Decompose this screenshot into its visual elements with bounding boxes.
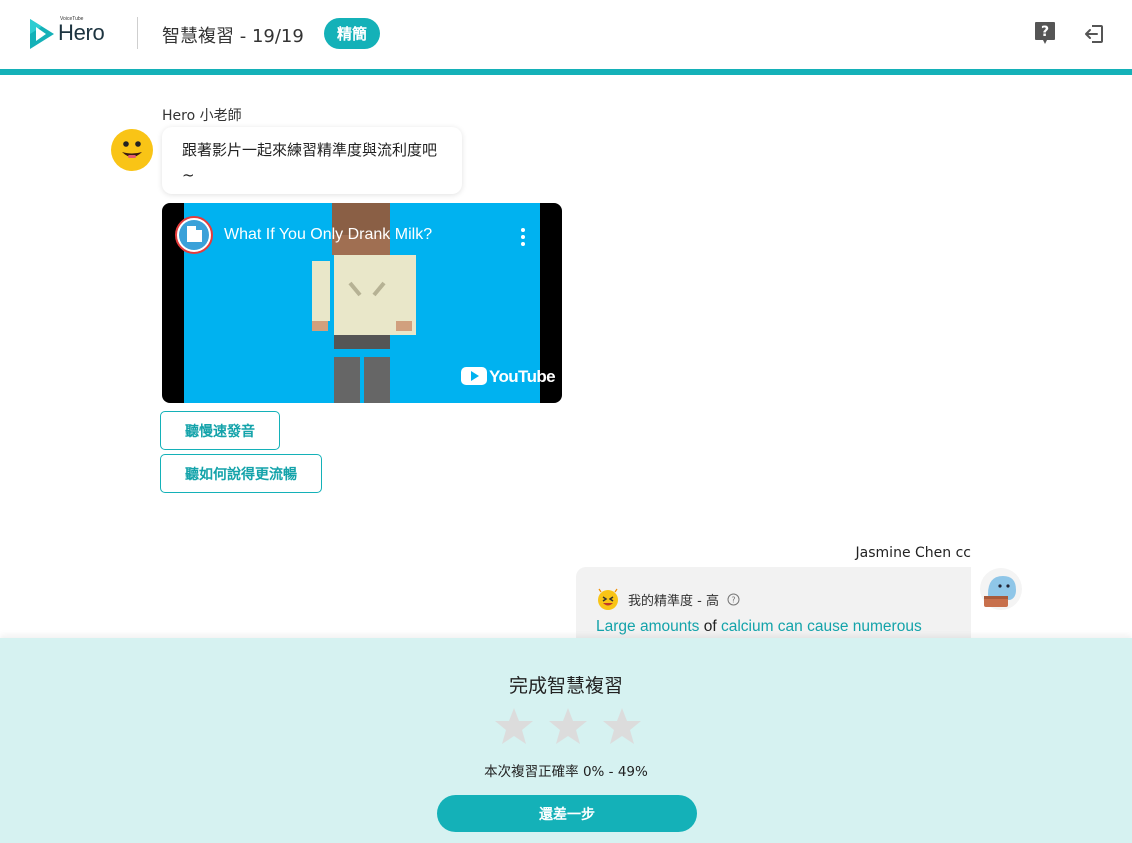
teacher-name: Hero 小老師 <box>162 108 242 124</box>
header-accent-bar <box>0 69 1132 75</box>
excited-emoji-icon <box>598 588 618 610</box>
star-empty-icon <box>603 708 641 744</box>
sentence-word-correct[interactable]: calcium can cause numerous <box>721 618 922 635</box>
slow-pronunciation-button[interactable]: 聽慢速發音 <box>160 411 280 450</box>
star-rating <box>494 706 642 746</box>
smiley-icon <box>111 129 153 171</box>
help-button[interactable]: ? <box>1034 21 1056 45</box>
video-title[interactable]: What If You Only Drank Milk? <box>224 226 432 244</box>
header-divider <box>137 17 138 49</box>
more-options-icon[interactable] <box>520 227 526 247</box>
sentence-word-plain[interactable]: of <box>699 618 721 635</box>
youtube-logo[interactable]: YouTube <box>461 366 556 388</box>
youtube-play-icon <box>461 367 487 385</box>
play-logo-icon <box>30 19 54 49</box>
app-header: VoiceTube Hero 智慧複習 - 19/19 精簡 ? <box>0 0 1132 69</box>
logo-text: Hero <box>58 20 105 45</box>
help-icon: ? <box>1035 22 1055 44</box>
teacher-message-bubble: 跟著影片一起來練習精準度與流利度吧~ <box>162 127 462 194</box>
exit-button[interactable] <box>1083 23 1105 45</box>
star-empty-icon <box>549 708 587 744</box>
user-sentence: Large amounts of calcium can cause numer… <box>596 618 922 636</box>
page-title: 智慧複習 - 19/19 <box>162 26 304 47</box>
continue-button[interactable]: 還差一步 <box>437 795 697 832</box>
user-name: Jasmine Chen cc <box>855 545 971 561</box>
review-complete-panel: 完成智慧複習 本次複習正確率 0% - 49% 還差一步 <box>0 638 1132 843</box>
star-empty-icon <box>495 708 533 744</box>
accuracy-label: 我的精準度 - 高 <box>628 593 719 609</box>
svg-text:?: ? <box>1041 24 1049 40</box>
info-icon[interactable]: ? <box>727 593 740 606</box>
channel-avatar[interactable] <box>175 216 213 254</box>
mode-badge[interactable]: 精簡 <box>324 18 380 49</box>
video-player[interactable]: What If You Only Drank Milk? YouTube <box>162 203 562 403</box>
channel-icon <box>179 220 209 250</box>
svg-text:?: ? <box>731 595 735 604</box>
review-accuracy: 本次複習正確率 0% - 49% <box>484 764 648 780</box>
youtube-wordmark: YouTube <box>489 367 556 386</box>
fluency-tips-button[interactable]: 聽如何說得更流暢 <box>160 454 322 493</box>
accuracy-row: 我的精準度 - 高 ? <box>596 587 740 611</box>
teacher-avatar <box>110 128 154 172</box>
sentence-word-correct[interactable]: Large amounts <box>596 618 699 635</box>
user-avatar <box>980 568 1022 610</box>
panel-title: 完成智慧複習 <box>508 675 623 697</box>
octopus-avatar-icon <box>980 568 1022 610</box>
exit-icon <box>1085 25 1103 43</box>
